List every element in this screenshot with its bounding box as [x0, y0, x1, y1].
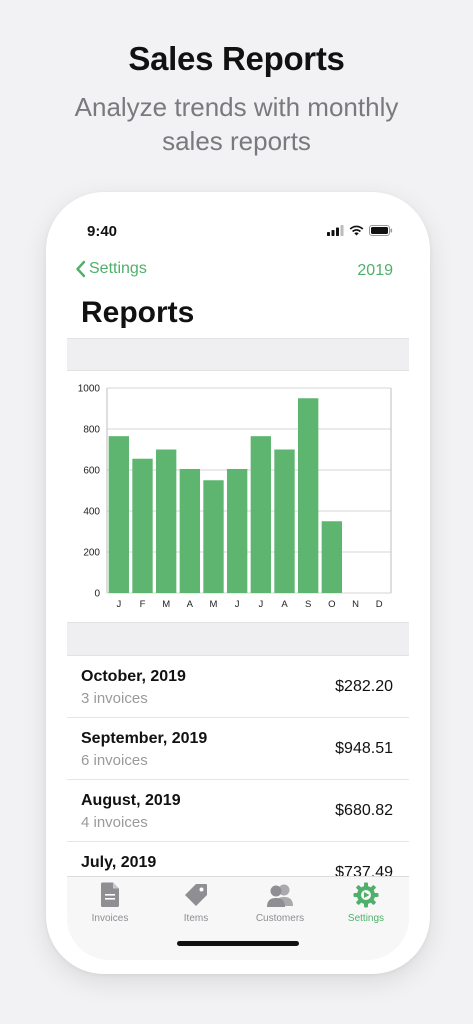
report-row-october[interactable]: October, 2019 3 invoices $282.20 — [67, 656, 409, 718]
report-invoice-count: 6 invoices — [81, 752, 148, 769]
chart-x-tick-label: F — [140, 599, 146, 610]
report-month: September, 2019 — [81, 730, 208, 747]
back-button-label: Settings — [89, 260, 147, 277]
status-time: 9:40 — [87, 223, 118, 240]
year-selector[interactable]: 2019 — [357, 262, 393, 280]
promo-subhead: Analyze trends with monthly sales report… — [74, 92, 399, 156]
tab-settings-label: Settings — [347, 913, 385, 924]
report-invoice-count: 4 invoices — [81, 814, 148, 831]
tag-icon — [185, 884, 207, 906]
chart-bar — [108, 436, 130, 593]
promo-headline: Sales Reports — [128, 40, 345, 77]
people-icon — [267, 884, 293, 907]
wifi-icon — [349, 225, 364, 236]
gear-icon — [353, 882, 379, 908]
report-invoice-count: 3 invoices — [81, 690, 148, 707]
document-icon — [101, 882, 119, 907]
chart-x-tick-label: J — [235, 599, 240, 610]
chart-x-tick-label: D — [376, 599, 383, 610]
chart-bar — [321, 521, 343, 593]
status-bar: 9:40 — [67, 208, 409, 252]
tab-customers-label: Customers — [255, 913, 305, 924]
tab-invoices[interactable]: Invoices — [67, 881, 153, 924]
chart-x-tick-label: M — [210, 599, 218, 610]
report-amount: $282.20 — [335, 678, 393, 695]
tab-invoices-label: Invoices — [91, 913, 129, 924]
chevron-left-icon — [76, 260, 86, 278]
tab-customers[interactable]: Customers — [237, 881, 323, 924]
chart-x-tick-label: M — [162, 599, 170, 610]
report-row-july[interactable]: July, 2019 $737.49 — [67, 842, 409, 876]
report-row-september[interactable]: September, 2019 6 invoices $948.51 — [67, 718, 409, 780]
chart-y-tick-label: 0 — [94, 589, 100, 600]
chart-x-tick-label: N — [352, 599, 359, 610]
chart-x-tick-label: A — [187, 599, 194, 610]
report-month: July, 2019 — [81, 854, 157, 871]
home-indicator — [177, 941, 299, 946]
report-row-august[interactable]: August, 2019 4 invoices $680.82 — [67, 780, 409, 842]
report-list: October, 2019 3 invoices $282.20 Septemb… — [67, 656, 409, 876]
app-screen: 9:40 Settings 2019 Reports 0 200 400 600… — [67, 208, 409, 960]
report-month: August, 2019 — [81, 792, 181, 809]
sales-bar-chart: 0 200 400 600 800 1000 J F M A M J J A S O N D — [78, 384, 392, 610]
sales-chart: 0 200 400 600 800 1000 J F M A M J J A S O N D — [67, 371, 409, 622]
chart-y-tick-label: 400 — [83, 507, 100, 518]
section-header — [67, 622, 409, 656]
battery-icon — [369, 225, 393, 236]
chart-y-tick-label: 600 — [83, 466, 100, 477]
chart-x-tick-label: A — [281, 599, 288, 610]
report-amount: $948.51 — [335, 740, 393, 757]
chart-bar — [226, 468, 248, 593]
chart-bar — [132, 458, 153, 593]
chart-x-tick-label: J — [258, 599, 263, 610]
chart-bar — [203, 480, 224, 593]
navigation-bar: Settings 2019 — [67, 254, 409, 288]
report-month: October, 2019 — [81, 668, 186, 685]
chart-bar — [297, 398, 319, 593]
chart-bar — [274, 449, 295, 593]
back-button[interactable]: Settings — [75, 260, 147, 278]
page-title: Reports — [81, 296, 195, 329]
tab-items[interactable]: Items — [153, 881, 239, 924]
tab-settings[interactable]: Settings — [323, 881, 409, 924]
report-amount: $737.49 — [335, 864, 393, 876]
chart-x-tick-label: S — [305, 599, 311, 610]
chart-y-tick-label: 200 — [83, 548, 100, 559]
chart-bar — [179, 468, 201, 593]
chart-bar — [155, 449, 177, 593]
chart-bar — [250, 436, 272, 593]
section-header — [67, 338, 409, 371]
cellular-signal-icon — [327, 225, 344, 236]
chart-x-tick-label: J — [116, 599, 121, 610]
report-amount: $680.82 — [335, 802, 393, 819]
tab-bar: Invoices Items Customers Settings — [67, 876, 409, 960]
chart-x-tick-label: O — [328, 599, 335, 610]
tab-items-label: Items — [183, 913, 209, 924]
chart-y-tick-label: 800 — [83, 425, 100, 436]
chart-y-tick-label: 1000 — [78, 384, 101, 395]
